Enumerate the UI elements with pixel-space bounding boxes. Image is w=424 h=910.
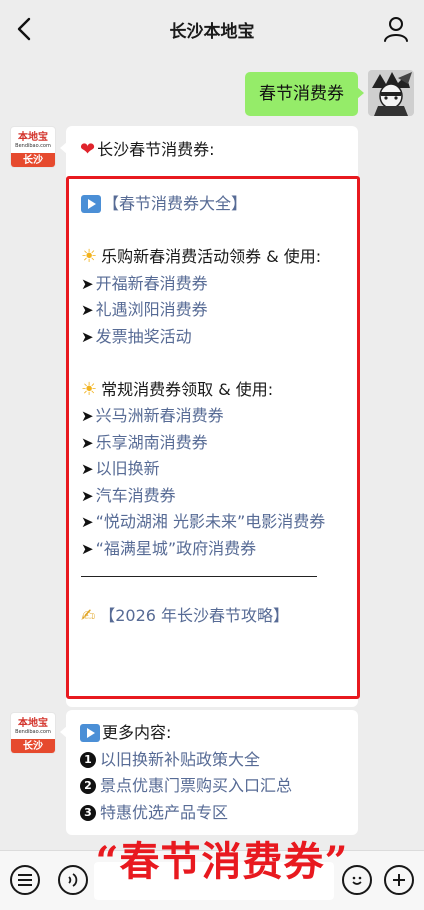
link-row: ➤ “悦动湖湘 光影未来”电影消费券	[81, 509, 349, 536]
xingmazhou-coupon-link[interactable]: 兴马洲新春消费券	[96, 403, 224, 430]
arrow-icon: ➤	[81, 433, 94, 452]
link-row: ➤ “福满星城”政府消费券	[81, 536, 349, 563]
bot-avatar-logo-area: 本地宝 Bendibao.com	[11, 713, 55, 739]
trade-in-policy-link[interactable]: 以旧换新补贴政策大全	[100, 747, 260, 774]
link-row: ➤ 兴马洲新春消费券	[81, 403, 349, 430]
back-arrow-icon[interactable]	[12, 14, 38, 44]
link-row: ➤ 乐享湖南消费券	[81, 430, 349, 457]
footer-link-row: ✍ 【2026 年长沙春节攻略】	[81, 603, 349, 630]
hunan-coupon-link[interactable]: 乐享湖南消费券	[96, 430, 208, 457]
section-title: 常规消费券领取 & 使用:	[101, 379, 274, 399]
fuman-xingcheng-coupon-link[interactable]: “福满星城”政府消费券	[96, 536, 257, 563]
movie-coupon-link[interactable]: “悦动湖湘 光影未来”电影消费券	[96, 512, 326, 531]
invoice-lottery-link[interactable]: 发票抽奖活动	[96, 324, 192, 351]
number-two-icon: 2	[80, 778, 96, 795]
bot-avatar[interactable]: 本地宝 Bendibao.com 长沙	[10, 126, 56, 168]
bot-city-label: 长沙	[11, 739, 55, 753]
outgoing-message: 春节消费券	[245, 70, 414, 116]
arrow-icon: ➤	[81, 301, 94, 319]
trade-in-link[interactable]: 以旧换新	[96, 456, 160, 483]
list-item: 1 以旧换新补贴政策大全	[80, 747, 292, 774]
incoming-message-bubble: ❤ 长沙春节消费券: 【春节消费券大全】 ☀ 乐购新春消费活动领券 & 使用: …	[60, 126, 360, 707]
highlight-frame: 【春节消费券大全】 ☀ 乐购新春消费活动领券 & 使用: ➤ 开福新春消费券 ➤…	[66, 176, 360, 699]
play-icon	[81, 195, 101, 214]
user-avatar-image	[368, 70, 414, 116]
play-icon	[80, 724, 100, 743]
coupon-collection-link[interactable]: 【春节消费券大全】	[103, 191, 247, 218]
section-title: 乐购新春消费活动领券 & 使用:	[101, 247, 322, 266]
plus-icon[interactable]	[384, 865, 414, 895]
writing-hand-icon: ✍	[81, 606, 96, 626]
bot-site-text: Bendibao.com	[15, 728, 51, 735]
number-one-icon: 1	[80, 751, 96, 768]
arrow-icon: ➤	[81, 486, 94, 505]
arrow-icon: ➤	[81, 513, 94, 531]
spring-festival-guide-link[interactable]: 【2026 年长沙春节攻略】	[99, 603, 289, 630]
link-row: ➤ 汽车消费券	[81, 483, 349, 510]
arrow-icon: ➤	[81, 274, 94, 293]
link-row: ➤ 开福新春消费券	[81, 271, 349, 298]
section-title-row: ☀ 常规消费券领取 & 使用:	[81, 377, 349, 404]
sun-icon: ☀	[81, 246, 98, 267]
bot-city-label: 长沙	[11, 153, 55, 167]
list-item: 3 特惠优选产品专区	[80, 800, 292, 827]
outgoing-bubble[interactable]: 春节消费券	[245, 72, 364, 116]
overlay-caption: “春节消费券”	[95, 838, 349, 885]
more-content-bubble: 更多内容: 1 以旧换新补贴政策大全 2 景点优惠门票购买入口汇总 3 特惠优选…	[60, 710, 358, 835]
menu-icon[interactable]	[10, 865, 40, 895]
more-content-title: 更多内容:	[102, 723, 172, 742]
arrow-icon: ➤	[81, 327, 94, 346]
bot-avatar[interactable]: 本地宝 Bendibao.com 长沙	[10, 712, 56, 754]
list-item: 2 景点优惠门票购买入口汇总	[80, 773, 292, 800]
chat-title: 长沙本地宝	[169, 21, 255, 42]
bot-logo-text: 本地宝	[18, 717, 48, 729]
sun-icon: ☀	[81, 378, 98, 400]
kaifu-coupon-link[interactable]: 开福新春消费券	[96, 271, 208, 298]
message-title: 长沙春节消费券:	[97, 140, 215, 159]
heart-icon: ❤	[80, 139, 96, 160]
user-avatar[interactable]	[368, 70, 414, 116]
divider-line	[81, 576, 317, 577]
arrow-icon: ➤	[81, 460, 94, 478]
number-three-icon: 3	[80, 804, 96, 821]
link-row: ➤ 以旧换新	[81, 456, 349, 483]
chat-header: 长沙本地宝	[0, 0, 424, 58]
scenic-ticket-link[interactable]: 景点优惠门票购买入口汇总	[100, 773, 292, 800]
more-content-title-row: 更多内容:	[80, 720, 292, 747]
profile-icon[interactable]	[382, 14, 410, 44]
bot-site-text: Bendibao.com	[15, 142, 51, 149]
link-row: ➤ 礼遇浏阳消费券	[81, 297, 349, 324]
message-title-row: ❤ 长沙春节消费券:	[80, 138, 215, 162]
liuyang-coupon-link[interactable]: 礼遇浏阳消费券	[96, 297, 208, 324]
car-coupon-link[interactable]: 汽车消费券	[96, 483, 176, 510]
heading-link-row: 【春节消费券大全】	[81, 191, 349, 218]
bot-avatar-logo-area: 本地宝 Bendibao.com	[11, 127, 55, 153]
bot-logo-text: 本地宝	[18, 131, 48, 143]
arrow-icon: ➤	[81, 539, 94, 558]
arrow-icon: ➤	[81, 407, 94, 425]
link-row: ➤ 发票抽奖活动	[81, 324, 349, 351]
special-products-link[interactable]: 特惠优选产品专区	[100, 800, 228, 827]
section-title-row: ☀ 乐购新春消费活动领券 & 使用:	[81, 244, 349, 271]
